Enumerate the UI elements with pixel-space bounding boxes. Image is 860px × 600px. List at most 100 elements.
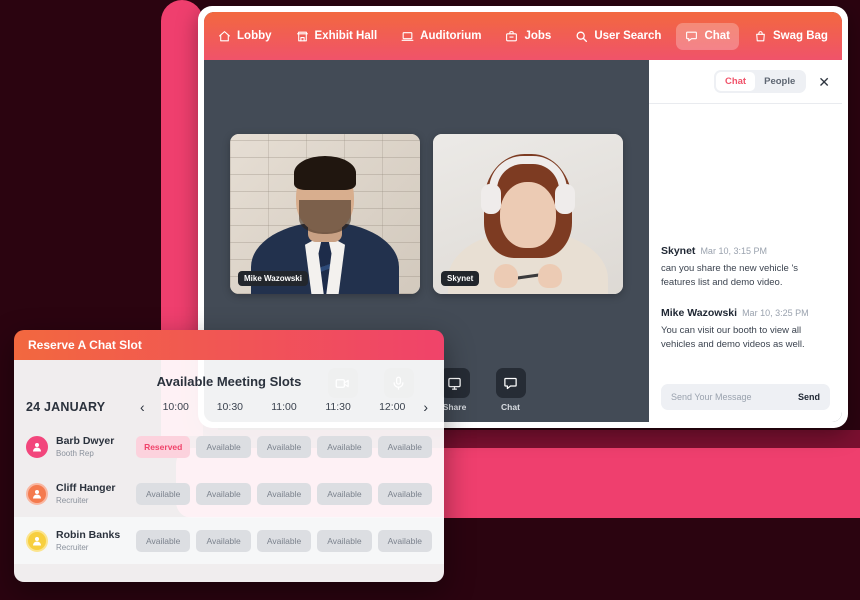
slot-cell[interactable]: Available bbox=[377, 482, 433, 505]
slot-cells: Reserved Available Available Available A… bbox=[136, 435, 433, 458]
person-cell: Robin Banks Recruiter bbox=[26, 529, 136, 552]
chat-message: Skynet Mar 10, 3:15 PM can you share the … bbox=[661, 241, 830, 290]
selected-date: 24 JANUARY bbox=[26, 400, 106, 414]
message-text: You can visit our booth to view all vehi… bbox=[661, 325, 805, 351]
close-icon[interactable]: ✕ bbox=[818, 75, 830, 89]
store-icon bbox=[296, 30, 309, 43]
nav-item-auditorium[interactable]: Auditorium bbox=[392, 23, 490, 50]
slot-rows: Barb Dwyer Booth Rep Reserved Available … bbox=[14, 423, 444, 564]
message-author: Skynet bbox=[661, 244, 696, 257]
message-input[interactable] bbox=[671, 392, 792, 402]
tile-figure-hands bbox=[494, 262, 562, 288]
time-column-label: 10:00 bbox=[162, 401, 189, 413]
chat-panel-header: Chat People ✕ bbox=[649, 60, 842, 104]
nav-item-user-search[interactable]: User Search bbox=[566, 23, 670, 50]
message-text: can you share the new vehicle 's feature… bbox=[661, 262, 799, 288]
nav-label: Exhibit Hall bbox=[314, 30, 378, 42]
modal-title: Reserve A Chat Slot bbox=[28, 338, 142, 352]
next-arrow-icon[interactable]: › bbox=[419, 399, 432, 415]
tab-chat[interactable]: Chat bbox=[715, 72, 756, 91]
nav-label: Jobs bbox=[524, 30, 552, 42]
tile-figure-head bbox=[500, 182, 556, 248]
video-tile-name: Mike Wazowski bbox=[238, 271, 308, 286]
slot-cell[interactable]: Available bbox=[256, 482, 312, 505]
slot-cell[interactable]: Available bbox=[317, 435, 372, 458]
control-label: Chat bbox=[501, 402, 520, 412]
time-columns: 10:00 10:30 11:00 11:30 12:00 bbox=[149, 401, 420, 413]
video-tile-participant-1[interactable]: Mike Wazowski bbox=[230, 134, 420, 294]
available-meeting-slots-title: Available Meeting Slots bbox=[156, 374, 302, 389]
chat-panel-tabs: Chat People bbox=[713, 70, 807, 93]
slot-cell[interactable]: Available bbox=[256, 529, 312, 552]
table-row: Cliff Hanger Recruiter Available Availab… bbox=[14, 470, 444, 517]
time-column-label: 11:00 bbox=[271, 401, 297, 413]
send-button[interactable]: Send bbox=[798, 392, 820, 402]
briefcase-icon bbox=[505, 30, 518, 43]
person-role: Recruiter bbox=[56, 495, 89, 505]
tile-figure-hair bbox=[294, 156, 356, 190]
nav-label: Swag Bag bbox=[773, 30, 828, 42]
slot-cell[interactable]: Available bbox=[196, 435, 251, 458]
monitor-icon bbox=[439, 368, 470, 398]
video-tiles: Mike Wazowski Skynet bbox=[204, 134, 649, 294]
person-name: Robin Banks bbox=[56, 529, 121, 542]
reserve-chat-slot-modal: Reserve A Chat Slot Available Meeting Sl… bbox=[14, 330, 444, 582]
slot-cell[interactable]: Available bbox=[377, 529, 433, 552]
slot-cell[interactable]: Available bbox=[136, 482, 191, 505]
laptop-icon bbox=[401, 30, 414, 43]
nav-label: Chat bbox=[704, 30, 730, 42]
home-icon bbox=[218, 30, 231, 43]
person-role: Recruiter bbox=[56, 542, 89, 552]
slot-cell[interactable]: Available bbox=[196, 529, 251, 552]
person-role: Booth Rep bbox=[56, 448, 94, 458]
slot-cells: Available Available Available Available … bbox=[136, 529, 433, 552]
nav-item-swag-bag[interactable]: Swag Bag bbox=[745, 23, 837, 50]
person-name: Cliff Hanger bbox=[56, 482, 116, 495]
avatar bbox=[26, 482, 48, 505]
table-row: Barb Dwyer Booth Rep Reserved Available … bbox=[14, 423, 444, 470]
slot-cells: Available Available Available Available … bbox=[136, 482, 433, 505]
prev-arrow-icon[interactable]: ‹ bbox=[136, 399, 149, 415]
nav-item-exhibit-hall[interactable]: Exhibit Hall bbox=[287, 23, 387, 50]
person-cell: Barb Dwyer Booth Rep bbox=[26, 435, 136, 458]
chat-panel: Chat People ✕ Skynet Mar 10, 3:15 PM can … bbox=[649, 60, 842, 422]
search-icon bbox=[575, 30, 588, 43]
slot-cell[interactable]: Available bbox=[317, 482, 372, 505]
nav-item-lobby[interactable]: Lobby bbox=[209, 23, 281, 50]
chat-message-list: Skynet Mar 10, 3:15 PM can you share the … bbox=[649, 104, 842, 376]
slot-cell[interactable]: Available bbox=[256, 435, 312, 458]
chat-message: Mike Wazowski Mar 10, 3:25 PM You can vis… bbox=[661, 303, 830, 352]
time-column-label: 12:00 bbox=[379, 401, 406, 413]
chat-bubble-icon bbox=[685, 30, 698, 43]
person-cell: Cliff Hanger Recruiter bbox=[26, 482, 136, 505]
chat-composer-area: Send bbox=[649, 376, 842, 422]
modal-body: Available Meeting Slots 24 JANUARY ‹ 10:… bbox=[14, 360, 444, 582]
tab-people[interactable]: People bbox=[755, 72, 804, 91]
slot-cell[interactable]: Available bbox=[317, 529, 372, 552]
slot-cell[interactable]: Available bbox=[196, 482, 251, 505]
person-name: Barb Dwyer bbox=[56, 435, 115, 448]
avatar bbox=[26, 435, 48, 458]
message-timestamp: Mar 10, 3:25 PM bbox=[742, 308, 809, 319]
bag-icon bbox=[754, 30, 767, 43]
nav-label: Auditorium bbox=[420, 30, 482, 42]
nav-item-jobs[interactable]: Jobs bbox=[496, 23, 560, 50]
top-navigation: Lobby Exhibit Hall Auditorium Jobs User … bbox=[204, 12, 842, 60]
chat-bubble-icon bbox=[495, 368, 526, 398]
table-row: Robin Banks Recruiter Available Availabl… bbox=[14, 517, 444, 564]
slot-cell[interactable]: Available bbox=[377, 435, 433, 458]
time-column-label: 11:30 bbox=[325, 401, 351, 413]
nav-item-chat[interactable]: Chat bbox=[676, 22, 739, 50]
control-chat[interactable]: Chat bbox=[489, 368, 533, 412]
modal-header: Reserve A Chat Slot bbox=[14, 330, 444, 360]
slot-cell[interactable]: Reserved bbox=[136, 435, 191, 458]
nav-label: Lobby bbox=[237, 30, 272, 42]
video-tile-participant-2[interactable]: Skynet bbox=[433, 134, 623, 294]
tile-figure-beard bbox=[299, 200, 351, 234]
time-column-label: 10:30 bbox=[216, 401, 243, 413]
chat-composer: Send bbox=[661, 384, 830, 410]
slot-cell[interactable]: Available bbox=[136, 529, 191, 552]
avatar bbox=[26, 529, 48, 552]
slot-header-row: 24 JANUARY ‹ 10:00 10:30 11:00 11:30 12:… bbox=[14, 389, 444, 423]
nav-label: User Search bbox=[594, 30, 662, 42]
